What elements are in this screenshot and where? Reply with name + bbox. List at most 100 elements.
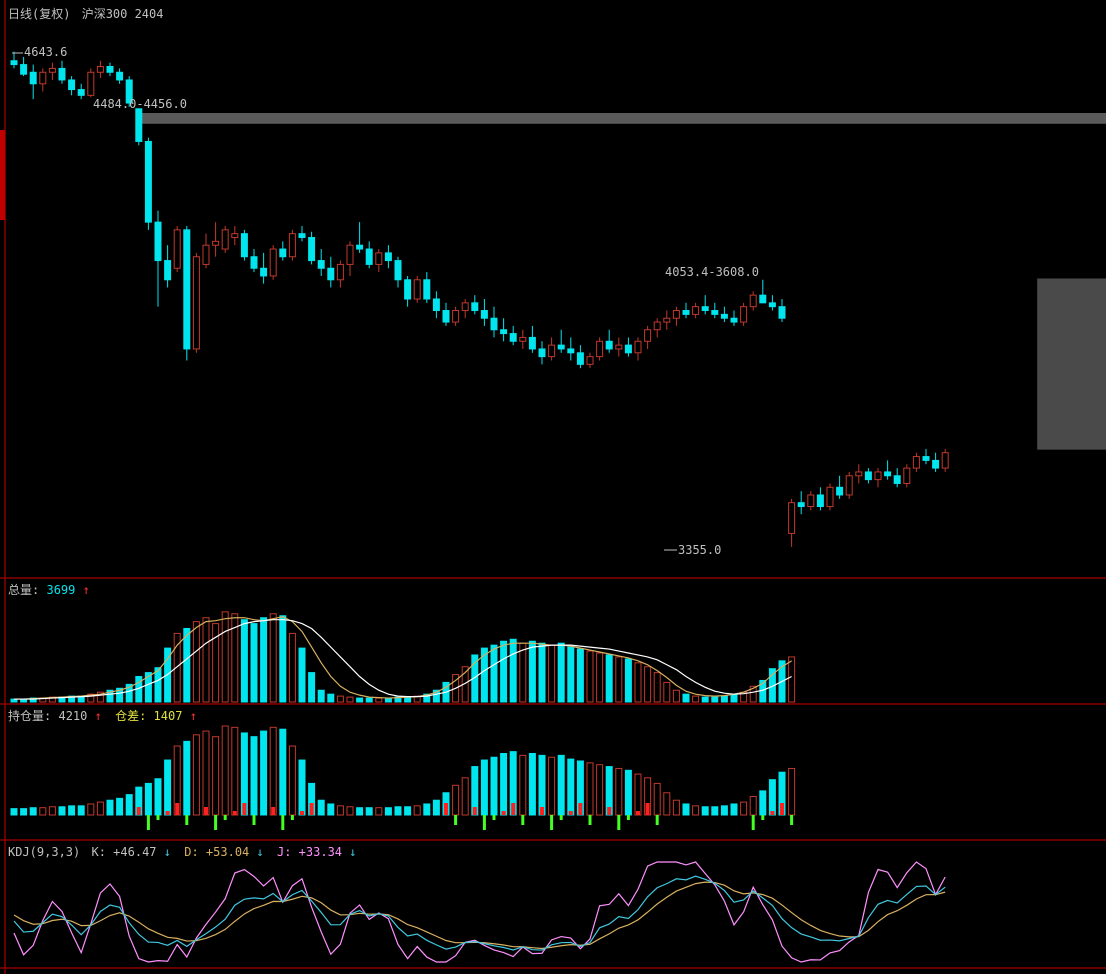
candle-body <box>173 229 181 269</box>
candle-body <box>192 256 200 350</box>
candle-body <box>893 475 901 484</box>
volume-bar <box>183 628 191 703</box>
oi-change-arrow: ↑ <box>190 709 197 723</box>
candle-body <box>164 260 172 281</box>
candle-body <box>586 356 594 365</box>
candle-body <box>87 71 95 96</box>
volume-bar <box>567 646 575 703</box>
volume-bar <box>586 650 594 703</box>
candle-body <box>39 71 47 85</box>
oi-change-bar <box>444 803 448 815</box>
volume-bar <box>538 642 546 703</box>
oi-change-bar <box>165 811 170 815</box>
oi-change-bar <box>454 815 458 825</box>
oi-bar <box>682 803 690 816</box>
candle-body <box>644 329 652 342</box>
candle-body <box>884 471 892 477</box>
candle-body <box>20 64 28 75</box>
candle-body <box>106 66 114 73</box>
oi-change-bar <box>185 815 189 825</box>
candle-body <box>826 486 834 508</box>
candle-body <box>183 229 191 350</box>
candle-body <box>740 306 748 323</box>
candle-body <box>432 298 440 312</box>
volume-bar <box>336 695 344 703</box>
oi-bar <box>500 753 508 816</box>
annotation-gap-2: 4053.4-3608.0 <box>665 265 759 279</box>
oi-change-bar <box>501 811 506 815</box>
oi-bar <box>740 801 748 816</box>
candle-body <box>413 279 421 300</box>
volume-bar <box>154 667 162 703</box>
oi-change-bar <box>626 815 630 820</box>
candle-body <box>221 229 229 250</box>
oi-bar <box>432 799 440 816</box>
candle-body <box>29 71 37 85</box>
candle-body <box>855 471 863 477</box>
volume-bar <box>279 615 287 703</box>
candle-body <box>912 456 920 469</box>
oi-bar <box>336 805 344 816</box>
oi-bar <box>212 736 220 816</box>
candle-body <box>576 352 584 365</box>
oi-bar <box>269 726 277 816</box>
candle-body <box>471 302 479 312</box>
oi-legend: 持仓量: 4210 ↑ 仓差: 1407 ↑ <box>8 708 197 723</box>
candle-body <box>797 502 805 508</box>
oi-bar <box>788 767 796 816</box>
candle-body <box>317 260 325 269</box>
oi-change-bar <box>521 815 525 825</box>
candle-body <box>663 317 671 323</box>
volume-bar <box>404 696 412 703</box>
candle-body <box>336 263 344 281</box>
oi-change-bar <box>790 815 794 825</box>
candle-body <box>96 66 104 73</box>
volume-bar <box>596 652 604 703</box>
candle-body <box>212 240 220 246</box>
candle-body <box>692 306 700 315</box>
oi-change-bar <box>482 815 486 830</box>
candle-body <box>452 310 460 323</box>
volume-bar <box>356 697 364 703</box>
oi-bar <box>116 797 124 816</box>
oi-change-bar <box>472 807 477 815</box>
volume-bar <box>509 638 517 703</box>
volume-bar <box>298 647 306 703</box>
kdj-k-value: +46.47 <box>113 845 156 859</box>
volume-bar <box>720 695 728 703</box>
oi-bar <box>327 803 335 816</box>
candle-body <box>768 302 776 308</box>
oi-bar <box>279 728 287 816</box>
kdj-k-label: K: <box>91 845 105 859</box>
volume-bar <box>576 648 584 703</box>
oi-change-bar <box>232 811 237 815</box>
gap-box-1 <box>138 113 1106 124</box>
oi-bar <box>759 790 767 816</box>
candle-body <box>519 336 527 342</box>
oi-bar <box>77 805 85 816</box>
volume-bar <box>730 693 738 703</box>
candle-body <box>58 67 66 81</box>
candle-body <box>634 340 642 354</box>
oi-change-bar <box>156 815 160 820</box>
candle-body <box>135 108 143 142</box>
oi-bar <box>461 777 469 816</box>
oi-bar <box>87 803 95 816</box>
oi-change-bar <box>271 807 276 815</box>
oi-value: 4210 <box>58 709 87 723</box>
oi-bar <box>68 805 76 816</box>
volume-bar <box>634 662 642 703</box>
candle-body <box>845 475 853 496</box>
oi-bar <box>596 764 604 816</box>
candle-body <box>68 79 76 91</box>
volume-bar <box>240 619 248 703</box>
candle-body <box>720 313 728 319</box>
annotation-gap-1: 4484.0-4456.0 <box>93 97 187 111</box>
volume-bar <box>528 640 536 703</box>
header-symbol: 沪深300 2404 <box>82 7 164 21</box>
oi-bar <box>528 753 536 816</box>
candle-body <box>749 294 757 308</box>
oi-arrow: ↑ <box>95 709 102 723</box>
volume-bar <box>375 697 383 703</box>
volume-bar <box>365 697 373 703</box>
